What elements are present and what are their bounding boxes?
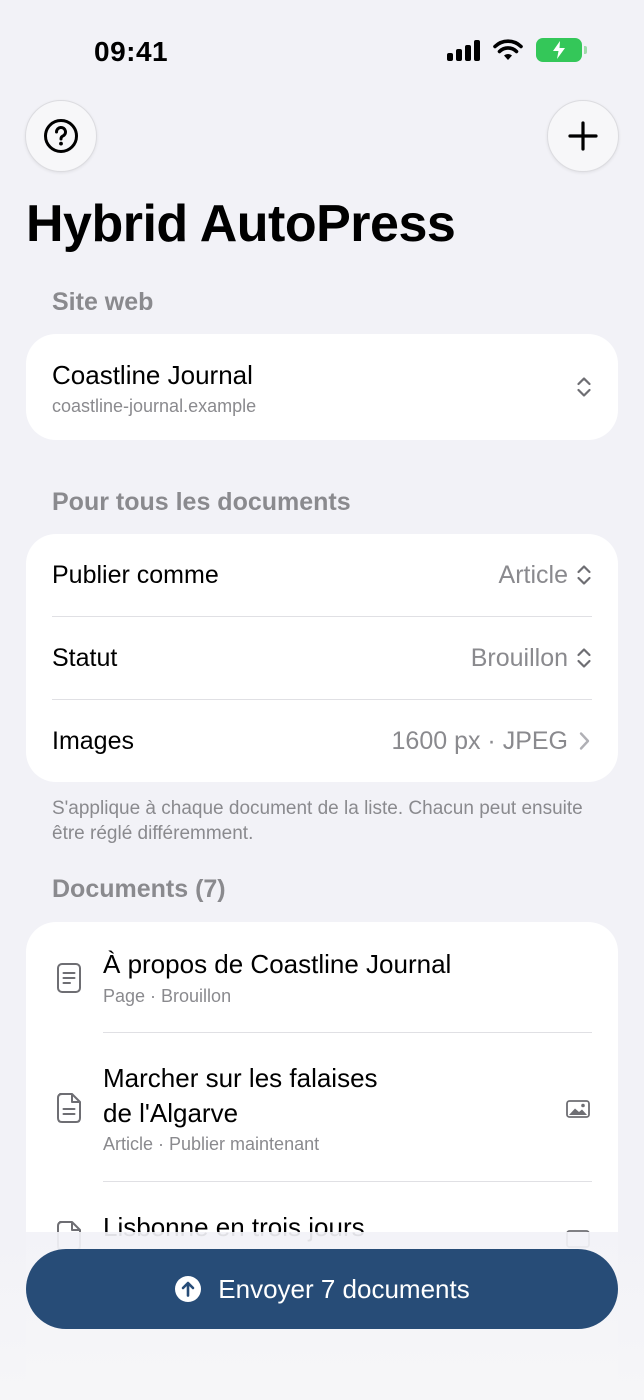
help-button[interactable] (25, 100, 97, 172)
document-title-line-2: de l'Algarve (103, 1098, 239, 1128)
status-time: 09:41 (94, 36, 169, 67)
updown-chevron-icon (577, 377, 591, 397)
document-title: À propos de Coastline Journal (103, 949, 452, 979)
document-item[interactable]: À propos de Coastline Journal Page · Bro… (26, 922, 618, 1032)
add-button[interactable] (547, 100, 619, 172)
article-icon (57, 1093, 81, 1123)
site-section-header: Site web (52, 288, 154, 316)
defaults-section-header: Pour tous les documents (52, 488, 351, 516)
documents-section-header: Documents (7) (52, 875, 226, 903)
image-icon (566, 1100, 590, 1118)
publish-as-label: Publier comme (52, 560, 219, 589)
wifi-icon (493, 39, 523, 60)
site-name: Coastline Journal (52, 360, 253, 390)
document-subtitle: Page · Brouillon (103, 986, 232, 1006)
status-label: Statut (52, 643, 118, 672)
question-mark-icon (44, 119, 78, 153)
document-subtitle: Article · Publier maintenant (103, 1134, 320, 1154)
send-documents-button[interactable]: Envoyer 7 documents (26, 1249, 618, 1329)
status-value: Brouillon (470, 643, 568, 672)
images-value: 1600 px · JPEG (391, 726, 568, 755)
send-documents-label: Envoyer 7 documents (218, 1273, 470, 1304)
battery-icon (536, 38, 587, 62)
defaults-card: Publier comme Article Statut Brouillon I… (26, 534, 618, 782)
updown-chevron-icon (577, 565, 591, 585)
site-url: coastline-journal.example (52, 396, 257, 416)
status-row[interactable]: Statut Brouillon (52, 617, 592, 699)
updown-chevron-icon (577, 648, 591, 668)
document-title: Marcher sur les falaises (103, 1063, 378, 1093)
images-label: Images (52, 726, 134, 755)
site-picker[interactable]: Coastline Journal coastline-journal.exam… (26, 334, 618, 440)
publish-as-row[interactable]: Publier comme Article (52, 534, 592, 616)
chevron-right-icon (579, 732, 590, 750)
app-title: Hybrid AutoPress (26, 195, 456, 253)
images-row[interactable]: Images 1600 px · JPEG (52, 700, 592, 782)
cellular-signal-icon (447, 39, 480, 61)
page-icon (57, 963, 81, 993)
upload-arrow-icon (175, 1276, 202, 1302)
plus-icon (568, 121, 598, 151)
publish-as-value: Article (498, 560, 568, 589)
status-bar: 09:41 (0, 0, 644, 100)
document-item[interactable]: Marcher sur les falaises de l'Algarve Ar… (26, 1033, 618, 1181)
defaults-footnote: S'applique à chaque document de la liste… (52, 798, 583, 844)
status-icons (447, 38, 587, 62)
